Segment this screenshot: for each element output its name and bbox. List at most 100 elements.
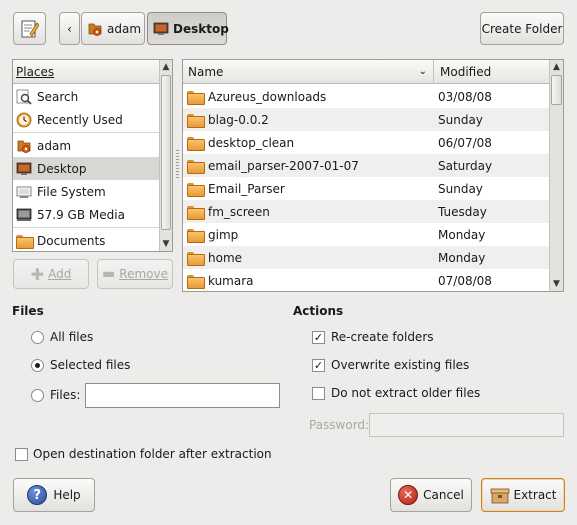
home-icon <box>87 21 103 37</box>
folder-icon <box>187 228 205 243</box>
places-item-search[interactable]: Search <box>13 85 159 108</box>
file-row[interactable]: blag-0.0.2 Sunday <box>183 108 550 131</box>
create-folder-button[interactable]: Create Folder <box>480 12 564 45</box>
folder-icon <box>187 274 205 289</box>
recent-icon <box>16 112 32 128</box>
file-name: desktop_clean <box>208 135 295 150</box>
selected-files-label[interactable]: Selected files <box>50 358 130 372</box>
password-input[interactable] <box>369 413 564 437</box>
pencil-paper-icon <box>21 19 40 39</box>
folder-icon <box>187 113 205 128</box>
file-name: home <box>208 250 243 265</box>
scroll-thumb[interactable] <box>161 75 171 230</box>
places-header[interactable]: Places <box>13 60 159 84</box>
add-place-button[interactable]: ✚ Add <box>13 259 89 289</box>
desktop-icon <box>153 21 169 37</box>
chevron-left-icon: ‹ <box>67 21 72 36</box>
places-item-label: File System <box>37 184 106 199</box>
file-row[interactable]: fm_screen Tuesday <box>183 200 550 223</box>
places-item-media[interactable]: 57.9 GB Media <box>13 203 159 226</box>
file-name: kumara <box>208 273 254 288</box>
add-place-label: Add <box>48 267 72 281</box>
extract-label: Extract <box>513 488 557 502</box>
file-row[interactable]: Azureus_downloads 03/08/08 <box>183 85 550 108</box>
file-modified: 07/08/08 <box>438 273 492 288</box>
cancel-button[interactable]: ✕ Cancel <box>390 478 472 512</box>
places-item-desktop[interactable]: Desktop <box>13 157 159 180</box>
home-icon <box>16 138 32 154</box>
places-header-label: Places <box>16 65 55 79</box>
overwrite-label[interactable]: Overwrite existing files <box>331 358 469 372</box>
all-files-radio[interactable] <box>31 331 44 344</box>
desktop-icon <box>16 161 32 177</box>
path-button-desktop[interactable]: Desktop <box>147 12 229 45</box>
places-scrollbar[interactable]: ▲ ▼ <box>159 60 172 251</box>
pane-resize-handle[interactable] <box>176 150 179 180</box>
overwrite-checkbox[interactable]: ✓ <box>312 359 325 372</box>
plus-icon: ✚ <box>30 264 45 284</box>
column-header-modified[interactable]: Modified <box>435 60 551 84</box>
files-pattern-radio[interactable] <box>31 389 44 402</box>
path-button-label: Desktop <box>173 21 229 36</box>
folder-icon <box>187 159 205 174</box>
file-name: Email_Parser <box>208 181 285 196</box>
files-pattern-input[interactable] <box>85 383 280 408</box>
file-row[interactable]: email_parser-2007-01-07 Saturday <box>183 154 550 177</box>
files-section-title: Files <box>12 304 44 318</box>
places-item-label: 57.9 GB Media <box>37 207 125 222</box>
folder-icon <box>187 205 205 220</box>
places-item-recently-used[interactable]: Recently Used <box>13 108 159 131</box>
open-destination-label[interactable]: Open destination folder after extraction <box>33 447 272 461</box>
places-item-home[interactable]: adam <box>13 134 159 157</box>
folder-icon <box>16 234 34 249</box>
file-list-header: Name ⌄ Modified <box>183 60 549 84</box>
no-older-label[interactable]: Do not extract older files <box>331 386 480 400</box>
no-older-checkbox[interactable] <box>312 387 325 400</box>
file-modified: Sunday <box>438 112 483 127</box>
places-item-label: Search <box>37 89 79 104</box>
folder-icon <box>187 136 205 151</box>
file-row[interactable]: gimp Monday <box>183 223 550 246</box>
files-pattern-label[interactable]: Files: <box>50 388 80 402</box>
folder-icon <box>187 90 205 105</box>
places-item-label: adam <box>37 138 72 153</box>
file-row[interactable]: Email_Parser Sunday <box>183 177 550 200</box>
minus-icon: ▬ <box>102 266 116 282</box>
recreate-folders-checkbox[interactable]: ✓ <box>312 331 325 344</box>
path-button-home[interactable]: adam <box>81 12 145 45</box>
places-item-label: Documents <box>37 233 106 248</box>
scroll-down-icon[interactable]: ▼ <box>550 277 563 291</box>
password-label: Password: <box>309 418 370 432</box>
file-modified: Tuesday <box>438 204 487 219</box>
open-destination-checkbox[interactable] <box>15 448 28 461</box>
places-item-documents[interactable]: Documents <box>13 229 159 251</box>
file-list-panel: Name ⌄ Modified Azureus_downloads 03/08/… <box>182 59 564 292</box>
file-list-scrollbar[interactable]: ▲ ▼ <box>549 60 563 291</box>
edit-location-button[interactable] <box>13 12 46 45</box>
path-back-button[interactable]: ‹ <box>59 12 80 45</box>
places-separator <box>13 227 159 228</box>
places-item-file-system[interactable]: File System <box>13 180 159 203</box>
recreate-folders-label[interactable]: Re-create folders <box>331 330 434 344</box>
file-row[interactable]: desktop_clean 06/07/08 <box>183 131 550 154</box>
file-name: Azureus_downloads <box>208 89 327 104</box>
column-header-name[interactable]: Name ⌄ <box>183 60 434 84</box>
places-panel: Places Search Recently Used adam Desktop… <box>12 59 173 252</box>
extract-button[interactable]: Extract <box>481 478 565 512</box>
scroll-up-icon[interactable]: ▲ <box>160 60 172 74</box>
help-button[interactable]: ? Help <box>13 478 95 512</box>
file-row[interactable]: kumara 07/08/08 <box>183 269 550 291</box>
file-name: gimp <box>208 227 239 242</box>
scroll-down-icon[interactable]: ▼ <box>160 237 172 251</box>
all-files-label[interactable]: All files <box>50 330 93 344</box>
remove-place-button[interactable]: ▬ Remove <box>97 259 173 289</box>
file-modified: Monday <box>438 250 486 265</box>
scroll-up-icon[interactable]: ▲ <box>550 60 563 74</box>
file-row[interactable]: home Monday <box>183 246 550 269</box>
sort-chevron-icon: ⌄ <box>418 66 427 77</box>
search-icon <box>16 89 32 105</box>
scroll-thumb[interactable] <box>551 75 562 105</box>
places-separator <box>13 132 159 133</box>
create-folder-label: Create Folder <box>481 21 563 36</box>
selected-files-radio[interactable] <box>31 359 44 372</box>
